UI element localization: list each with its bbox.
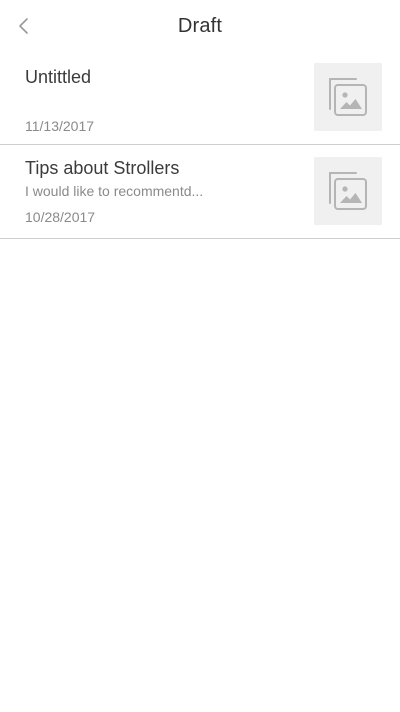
draft-thumbnail: [314, 157, 382, 225]
draft-excerpt: I would like to recommentd...: [25, 183, 204, 199]
draft-date: 10/28/2017: [25, 209, 96, 225]
list-item[interactable]: Tips about Strollers I would like to rec…: [0, 145, 400, 239]
image-placeholder-icon: [329, 78, 367, 116]
top-bar: Draft: [0, 0, 400, 52]
page-title: Draft: [177, 14, 223, 37]
draft-title: Tips about Strollers: [25, 158, 180, 178]
draft-thumbnail: [314, 63, 382, 131]
draft-title: Untittled: [25, 67, 92, 87]
chevron-left-icon: [19, 18, 28, 34]
back-button[interactable]: [12, 14, 36, 38]
list-item-content: Untittled 11/13/2017: [25, 52, 290, 144]
draft-date: 11/13/2017: [25, 118, 95, 134]
draft-list: Untittled 11/13/2017 Tips about Stroller…: [0, 52, 400, 239]
list-item[interactable]: Untittled 11/13/2017: [0, 52, 400, 145]
list-item-content: Tips about Strollers I would like to rec…: [25, 145, 290, 238]
image-placeholder-icon: [329, 172, 367, 210]
